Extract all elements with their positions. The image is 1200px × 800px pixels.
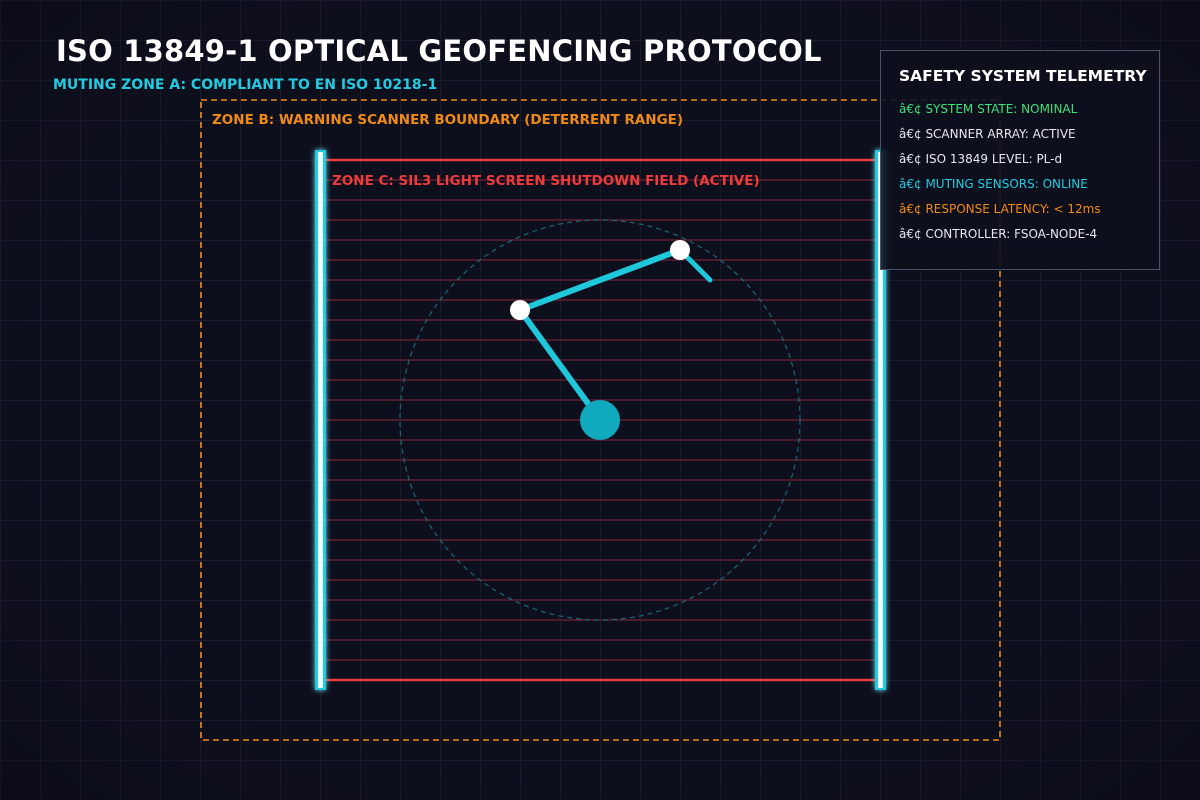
page-title: ISO 13849-1 OPTICAL GEOFENCING PROTOCOL xyxy=(56,34,822,68)
telemetry-panel: SAFETY SYSTEM TELEMETRY â€¢ SYSTEM STATE… xyxy=(880,50,1160,270)
telemetry-iso-level: â€¢ ISO 13849 LEVEL: PL-d xyxy=(899,152,1063,166)
light-curtain-left-emitter xyxy=(315,150,326,690)
muting-zone-a-label: MUTING ZONE A: COMPLIANT TO EN ISO 10218… xyxy=(53,77,438,93)
zone-b-label: ZONE B: WARNING SCANNER BOUNDARY (DETERR… xyxy=(212,112,684,128)
telemetry-title: SAFETY SYSTEM TELEMETRY xyxy=(899,67,1147,85)
telemetry-scanner-array: â€¢ SCANNER ARRAY: ACTIVE xyxy=(899,127,1076,141)
telemetry-response-latency: â€¢ RESPONSE LATENCY: < 12ms xyxy=(899,202,1101,216)
telemetry-system-state: â€¢ SYSTEM STATE: NOMINAL xyxy=(899,102,1078,116)
robot-joint-1 xyxy=(510,300,530,320)
robot-joint-2 xyxy=(670,240,690,260)
robot-base xyxy=(580,400,620,440)
telemetry-controller: â€¢ CONTROLLER: FSOA-NODE-4 xyxy=(899,227,1098,241)
zone-c-label: ZONE C: SIL3 LIGHT SCREEN SHUTDOWN FIELD… xyxy=(332,173,760,189)
telemetry-muting-sensors: â€¢ MUTING SENSORS: ONLINE xyxy=(899,177,1088,191)
